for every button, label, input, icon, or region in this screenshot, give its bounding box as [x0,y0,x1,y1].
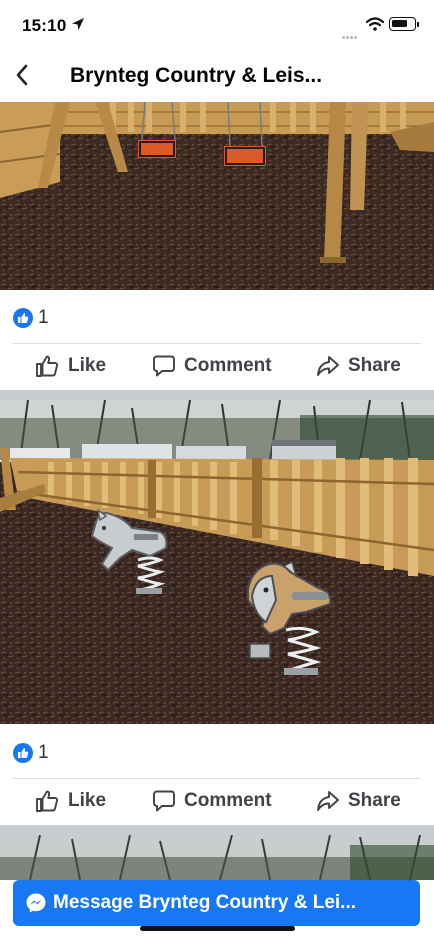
message-page-button[interactable]: Message Brynteg Country & Lei... [13,880,420,926]
share-label: Share [348,355,401,376]
post-photo-spring-riders[interactable] [0,400,434,724]
post-photo-swings[interactable] [0,102,434,290]
comment-button[interactable]: Comment [152,344,272,388]
reaction-summary[interactable]: 1 [13,306,49,330]
back-button[interactable] [8,60,36,90]
status-time: 15:10 [22,16,67,35]
share-arrow-icon [317,356,339,376]
like-label: Like [68,355,107,376]
signal-icon [342,26,362,39]
like-reaction-icon [13,743,33,763]
comment-label: Comment [184,355,272,376]
comment-label: Comment [184,790,272,811]
messenger-icon [26,893,46,913]
reaction-summary[interactable]: 1 [13,741,49,765]
like-button[interactable]: Like [35,344,106,388]
status-bar: 15:10 [0,0,434,50]
back-chevron-icon [16,64,28,86]
page-header: Brynteg Country & Leis... [0,50,434,102]
battery-icon [389,17,419,31]
like-label: Like [68,790,107,811]
share-label: Share [348,790,401,811]
comment-button[interactable]: Comment [152,779,272,823]
home-indicator [140,926,295,931]
post-actions: Like Comment Share [0,779,434,823]
comment-bubble-icon [153,355,175,377]
like-button[interactable]: Like [35,779,106,823]
share-arrow-icon [317,791,339,811]
post-separator [0,390,434,400]
page-title: Brynteg Country & Leis... [70,64,323,87]
post-actions: Like Comment Share [0,344,434,388]
comment-bubble-icon [153,790,175,812]
reaction-count: 1 [38,307,49,328]
post-photo-trees[interactable] [0,835,434,880]
thumbs-up-icon [36,790,59,812]
post-separator [0,825,434,835]
location-arrow-icon [72,18,84,30]
message-button-label: Message Brynteg Country & Lei... [53,892,357,913]
share-button[interactable]: Share [316,779,401,823]
share-button[interactable]: Share [316,344,401,388]
reaction-count: 1 [38,742,49,763]
like-reaction-icon [13,308,33,328]
wifi-icon [366,17,384,31]
thumbs-up-icon [36,355,59,377]
